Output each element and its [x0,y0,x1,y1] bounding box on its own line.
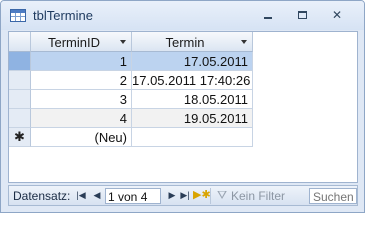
new-record-cell[interactable]: (Neu) [31,128,132,147]
termin-cell[interactable]: 17.05.2011 [132,52,253,71]
table-row[interactable]: 2 17.05.2011 17:40:26 [9,71,253,90]
sort-dropdown-icon[interactable] [120,40,126,44]
next-record-icon[interactable]: ▶ [166,189,178,202]
column-header-termin[interactable]: Termin [132,32,253,52]
record-selector[interactable] [9,52,31,71]
new-record-icon[interactable]: ▶✱ [193,189,211,202]
asterisk-icon: ✱ [14,129,25,144]
datasheet-grid: TerminID Termin 1 17.05.2011 2 17.05.201… [8,31,358,183]
termin-cell[interactable]: 19.05.2011 [132,109,253,128]
table-icon [10,9,26,22]
record-selector[interactable] [9,71,31,90]
new-record-row[interactable]: ✱ (Neu) [9,128,253,147]
record-navigation-bar: Datensatz: |◀ ◀ ▶ ▶| ▶✱ ⛛ Kein Filter [8,185,358,206]
record-label: Datensatz: [13,189,71,203]
record-position-field[interactable] [105,188,161,204]
column-header-label: TerminID [47,35,100,50]
close-icon: ✕ [331,8,343,22]
table-row[interactable]: 1 17.05.2011 [9,52,253,71]
close-button[interactable]: ✕ [326,7,348,23]
search-input[interactable] [309,188,357,204]
terminid-cell[interactable]: 4 [31,109,132,128]
column-header-terminid[interactable]: TerminID [31,32,132,52]
record-selector[interactable]: ✱ [9,128,31,147]
minimize-icon [264,17,272,19]
first-record-icon[interactable]: |◀ [75,189,87,202]
sort-dropdown-icon[interactable] [241,40,247,44]
last-record-icon[interactable]: ▶| [179,189,191,202]
previous-record-icon[interactable]: ◀ [91,189,103,202]
maximize-icon [297,11,307,19]
termin-cell[interactable]: 17.05.2011 17:40:26 [132,71,253,90]
minimize-button[interactable] [257,7,279,23]
maximize-button[interactable] [291,7,313,23]
select-all-corner[interactable] [9,32,31,52]
terminid-cell[interactable]: 1 [31,52,132,71]
title-bar[interactable]: tblTermine ✕ [1,1,364,30]
window-title: tblTermine [33,8,93,23]
filter-icon: ⛛ [217,188,228,202]
terminid-cell[interactable]: 3 [31,90,132,109]
table-row[interactable]: 3 18.05.2011 [9,90,253,109]
table-row[interactable]: 4 19.05.2011 [9,109,253,128]
termin-cell[interactable]: 18.05.2011 [132,90,253,109]
separator [210,188,211,204]
table-window: tblTermine ✕ TerminID Termin 1 17.05.201… [0,0,365,213]
filter-button[interactable]: Kein Filter [231,189,285,203]
record-selector[interactable] [9,90,31,109]
column-header-label: Termin [165,35,205,50]
termin-cell[interactable] [132,128,253,147]
terminid-cell[interactable]: 2 [31,71,132,90]
record-selector[interactable] [9,109,31,128]
